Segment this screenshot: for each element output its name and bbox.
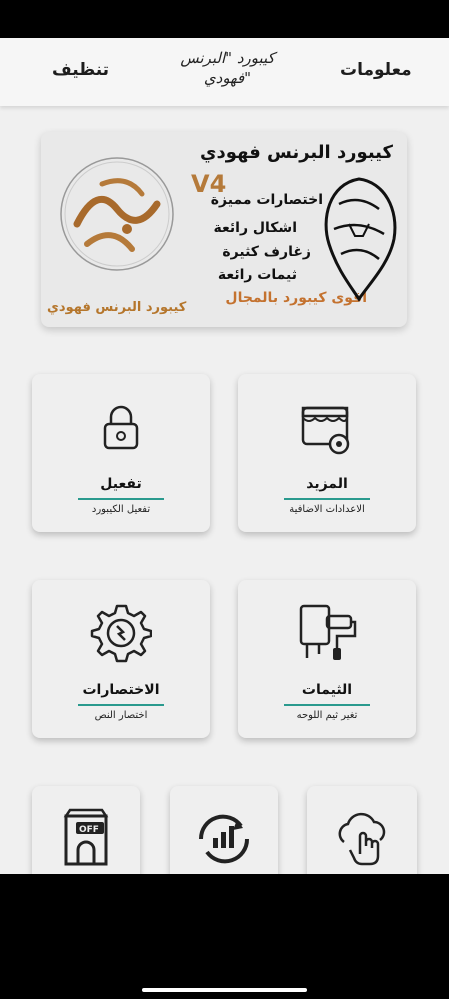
activate-title: تفعيل (100, 476, 142, 492)
shop-card[interactable]: OFF (32, 786, 140, 874)
promo-banner: كيبورد البرنس فهودي V4 اختصارات مميزة اش… (41, 132, 407, 327)
store-settings-icon (301, 406, 350, 455)
lock-icon (103, 405, 139, 450)
shop-off-icon: OFF (63, 808, 109, 866)
more-card[interactable]: المزيد الاعدادات الاضافية (238, 374, 416, 532)
more-title: المزيد (306, 476, 348, 492)
activate-card[interactable]: تفعيل تفعيل الكيبورد (32, 374, 210, 532)
info-button[interactable]: معلومات (340, 60, 412, 80)
chart-refresh-icon (198, 814, 250, 864)
more-subtitle: الاعدادات الاضافية (289, 504, 365, 515)
stats-card[interactable] (170, 786, 278, 874)
divider (284, 704, 370, 706)
lion-icon (324, 177, 397, 302)
divider (284, 498, 370, 500)
banner-signature: كيبورد البرنس فهودي (47, 300, 187, 315)
app-title: كيبورد "البرنس فهودي" (180, 49, 275, 87)
banner-feature: اشكال رائعة (213, 220, 298, 236)
banner-feature: اختصارات مميزة (210, 192, 323, 208)
svg-text:OFF: OFF (79, 825, 99, 835)
shortcuts-card[interactable]: الاختصارات اختصار النص (32, 580, 210, 738)
calligraphy-logo-icon (60, 157, 174, 271)
shortcuts-title: الاختصارات (82, 682, 160, 698)
banner-feature: ثيمات رائعة (217, 267, 297, 283)
paint-roller-icon (299, 604, 357, 660)
themes-title: الثيمات (301, 682, 353, 698)
app-screen: معلومات كيبورد "البرنس فهودي" تنظيف كيبو… (0, 38, 449, 874)
touch-cloud-icon (338, 812, 386, 866)
banner-heading: كيبورد البرنس فهودي (200, 142, 393, 163)
themes-subtitle: تغير ثيم اللوحه (296, 710, 358, 721)
activate-subtitle: تفعيل الكيبورد (91, 504, 151, 515)
app-bar: معلومات كيبورد "البرنس فهودي" تنظيف (0, 38, 449, 106)
system-nav-bar (0, 874, 449, 999)
home-indicator[interactable] (142, 988, 307, 992)
divider (78, 704, 164, 706)
divider (78, 498, 164, 500)
touch-card[interactable] (307, 786, 417, 874)
banner-feature: زغارف كثيرة (222, 244, 311, 260)
clean-button[interactable]: تنظيف (52, 60, 109, 80)
shortcuts-subtitle: اختصار النص (94, 710, 148, 721)
gear-sync-icon (90, 604, 152, 663)
themes-card[interactable]: الثيمات تغير ثيم اللوحه (238, 580, 416, 738)
